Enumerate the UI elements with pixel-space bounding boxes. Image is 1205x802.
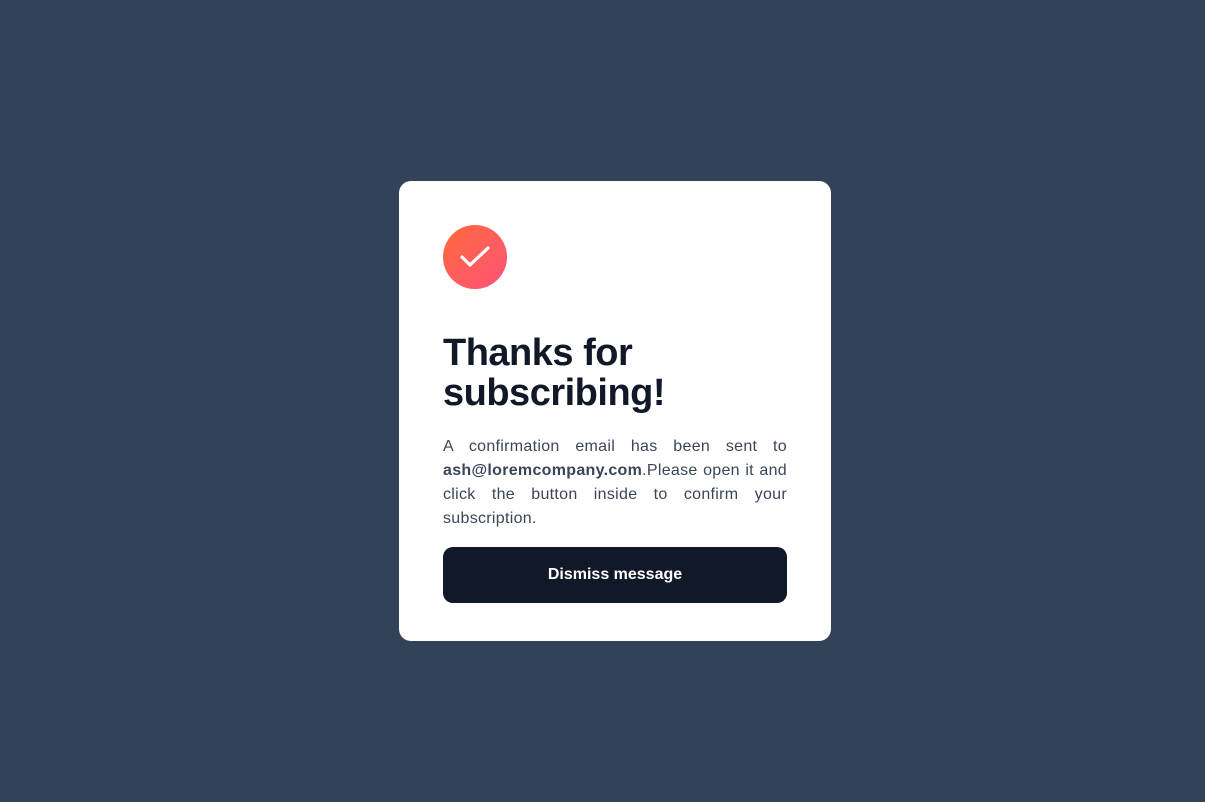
check-circle-icon bbox=[443, 225, 507, 289]
email-address: ash@loremcompany.com bbox=[443, 462, 643, 479]
page-title: Thanks for subscribing! bbox=[443, 332, 666, 414]
dismiss-message-button[interactable]: Dismiss message bbox=[443, 547, 787, 603]
checkmark-icon bbox=[460, 246, 490, 267]
message-prefix: A confirmation email has been sent to bbox=[443, 438, 787, 455]
success-card: Thanks for subscribing! A confirmation e… bbox=[399, 181, 831, 641]
confirmation-message: A confirmation email has been sent to as… bbox=[443, 435, 787, 531]
